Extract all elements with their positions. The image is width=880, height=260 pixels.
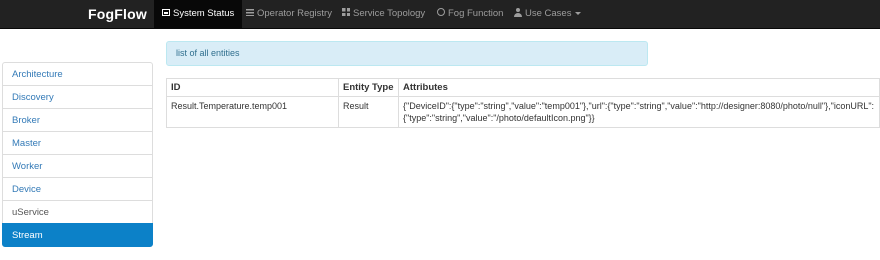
sidebar-item-device[interactable]: Device — [2, 177, 153, 201]
caret-down-icon — [575, 11, 582, 15]
nav-system-status-label: System Status — [173, 8, 235, 19]
nav-fog-function[interactable]: Fog Function — [437, 0, 503, 28]
table-row[interactable]: Result.Temperature.temp001 Result {"Devi… — [166, 96, 880, 128]
cell-attributes: {"DeviceID":{"type":"string","value":"te… — [398, 96, 880, 128]
sidebar-item-worker[interactable]: Worker — [2, 154, 153, 178]
column-header-entity-type: Entity Type — [338, 78, 399, 97]
nav-service-topology[interactable]: Service Topology — [342, 0, 425, 28]
sidebar-item-discovery[interactable]: Discovery — [2, 85, 153, 109]
grid-icon — [342, 8, 350, 17]
nav-use-cases-dropdown[interactable]: Use Cases — [514, 0, 582, 28]
sidebar-menu: Architecture Discovery Broker Master Wor… — [2, 62, 153, 247]
info-alert: list of all entities — [166, 41, 648, 66]
nav-system-status[interactable]: System Status — [154, 0, 243, 28]
table-header-row: ID Entity Type Attributes — [166, 78, 880, 97]
sidebar-item-master[interactable]: Master — [2, 131, 153, 155]
top-navbar: FogFlow System Status Operator Registry … — [0, 0, 880, 29]
sidebar-item-architecture[interactable]: Architecture — [2, 62, 153, 86]
sidebar-item-uservice[interactable]: uService — [2, 200, 153, 224]
column-header-id: ID — [166, 78, 339, 97]
nav-operator-registry[interactable]: Operator Registry — [246, 0, 332, 28]
dashboard-icon — [162, 8, 170, 16]
nav-operator-registry-label: Operator Registry — [257, 8, 332, 19]
user-icon — [514, 7, 522, 17]
brand-logo[interactable]: FogFlow — [88, 6, 147, 22]
sidebar-item-broker[interactable]: Broker — [2, 108, 153, 132]
cell-entity-type: Result — [338, 96, 399, 128]
nav-use-cases-label: Use Cases — [525, 8, 572, 19]
column-header-attributes: Attributes — [398, 78, 880, 97]
nav-fog-function-label: Fog Function — [448, 8, 504, 19]
entity-table: ID Entity Type Attributes Result.Tempera… — [166, 78, 880, 128]
clock-icon — [437, 8, 445, 17]
cell-id: Result.Temperature.temp001 — [166, 96, 339, 128]
sidebar-item-stream[interactable]: Stream — [2, 223, 153, 247]
nav-service-topology-label: Service Topology — [353, 8, 426, 19]
list-icon — [246, 8, 254, 16]
